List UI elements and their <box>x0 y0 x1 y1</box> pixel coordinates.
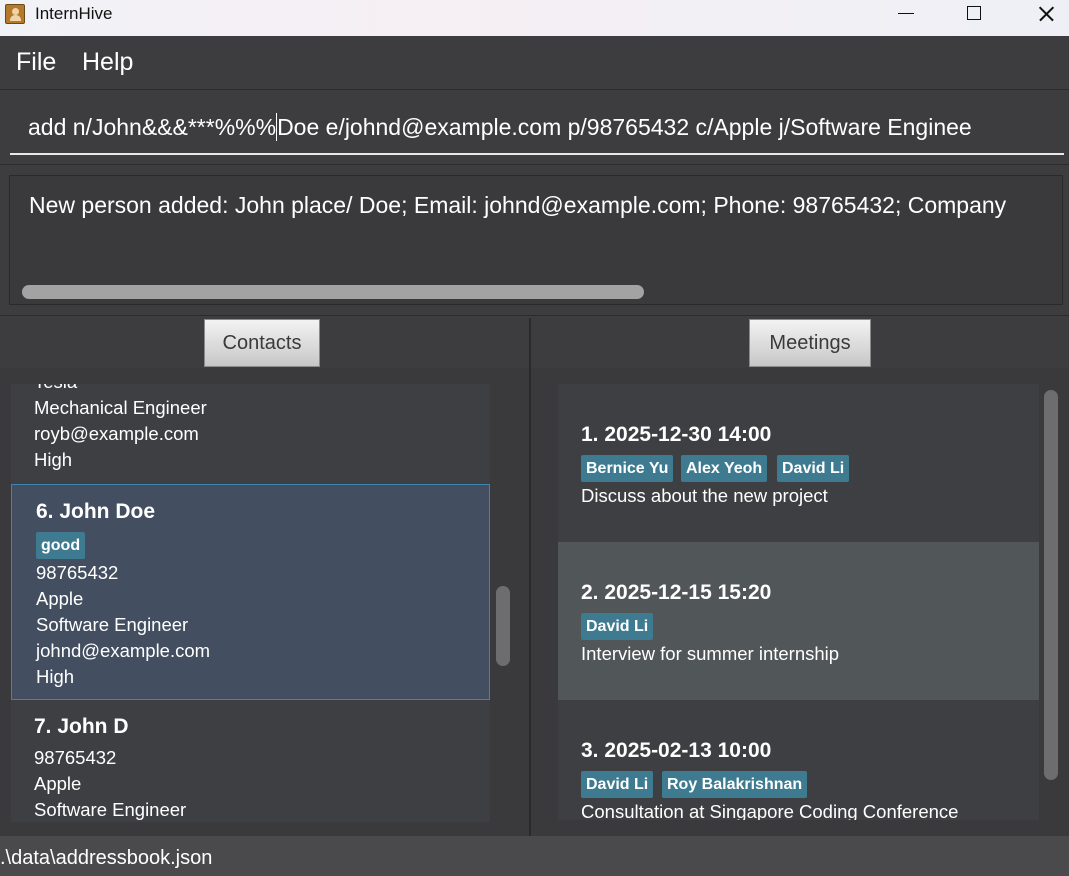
status-file-path: .\data\addressbook.json <box>0 847 213 869</box>
menu-file[interactable]: File <box>16 48 56 77</box>
contact-job: Software Engineer <box>36 614 189 635</box>
contact-company: Apple <box>36 588 84 609</box>
command-text[interactable]: add n/John&&&***%%%Doe e/johnd@example.c… <box>28 113 972 141</box>
contact-company: Tesla <box>34 384 77 393</box>
minimize-icon[interactable] <box>870 0 940 30</box>
contact-company: Apple <box>34 773 82 794</box>
meetings-list[interactable]: 1. 2025-12-30 14:00 Bernice Yu Alex Yeoh… <box>542 380 1039 820</box>
list-item[interactable]: 7. John D 98765432 Apple Software Engine… <box>11 700 490 822</box>
meeting-tag: Alex Yeoh <box>681 455 768 482</box>
window-title: InternHive <box>35 4 113 23</box>
meeting-tag: David Li <box>777 455 850 482</box>
meeting-title: 3. 2025-02-13 10:00 <box>581 739 772 762</box>
contact-name: 6. John Doe <box>36 500 156 523</box>
tab-meetings[interactable]: Meetings <box>749 319 871 367</box>
list-item[interactable]: 3. 2025-02-13 10:00 David Li Roy Balakri… <box>558 700 1039 820</box>
meeting-title: 2. 2025-12-15 15:20 <box>581 581 772 604</box>
contact-phone: 98765432 <box>34 747 117 768</box>
meeting-description: Interview for summer internship <box>581 643 840 664</box>
meeting-tag: Roy Balakrishnan <box>662 771 808 798</box>
meeting-tag: Bernice Yu <box>581 455 674 482</box>
contact-job: Software Engineer <box>34 799 187 820</box>
contact-priority: High <box>36 666 75 687</box>
close-icon[interactable] <box>1010 0 1069 30</box>
maximize-icon[interactable] <box>940 0 1010 30</box>
divider <box>0 164 1069 165</box>
contact-name: 7. John D <box>34 715 129 738</box>
command-input[interactable]: add n/John&&&***%%%Doe e/johnd@example.c… <box>10 97 1064 155</box>
contact-job: Mechanical Engineer <box>34 397 207 418</box>
contact-tag: good <box>36 532 86 559</box>
result-horizontal-scrollbar[interactable] <box>22 285 644 299</box>
contacts-panel: Tesla Mechanical Engineer royb@example.c… <box>0 368 529 836</box>
contact-phone: 98765432 <box>36 562 119 583</box>
menu-bar: File Help <box>0 36 1069 90</box>
contact-email: royb@example.com <box>34 423 199 444</box>
title-bar: InternHive <box>0 0 1069 36</box>
contacts-scrollbar[interactable] <box>496 586 510 666</box>
meetings-scrollbar[interactable] <box>1044 390 1058 780</box>
app-icon <box>5 4 25 24</box>
result-display: New person added: John place/ Doe; Email… <box>9 175 1063 305</box>
contacts-list[interactable]: Tesla Mechanical Engineer royb@example.c… <box>11 384 490 822</box>
meeting-tag: David Li <box>581 771 654 798</box>
contact-email: johnd@example.com <box>36 640 211 661</box>
list-item[interactable]: 2. 2025-12-15 15:20 David Li Interview f… <box>558 542 1039 700</box>
meetings-panel: 1. 2025-12-30 14:00 Bernice Yu Alex Yeoh… <box>531 368 1069 836</box>
status-bar: .\data\addressbook.json <box>0 836 1069 876</box>
result-text: New person added: John place/ Doe; Email… <box>29 192 1007 218</box>
list-item-selected[interactable]: 6. John Doe good 98765432 Apple Software… <box>11 484 490 700</box>
divider <box>0 89 1069 90</box>
meeting-description: Discuss about the new project <box>581 485 828 506</box>
meeting-tag: David Li <box>581 613 654 640</box>
tab-contacts[interactable]: Contacts <box>204 319 320 367</box>
list-item[interactable]: 1. 2025-12-30 14:00 Bernice Yu Alex Yeoh… <box>558 384 1039 542</box>
list-item[interactable]: Tesla Mechanical Engineer royb@example.c… <box>11 384 490 484</box>
divider <box>0 315 1069 316</box>
menu-help[interactable]: Help <box>82 48 133 77</box>
meeting-title: 1. 2025-12-30 14:00 <box>581 423 772 446</box>
meeting-description: Consultation at Singapore Coding Confere… <box>581 801 959 820</box>
contact-priority: High <box>34 449 73 470</box>
